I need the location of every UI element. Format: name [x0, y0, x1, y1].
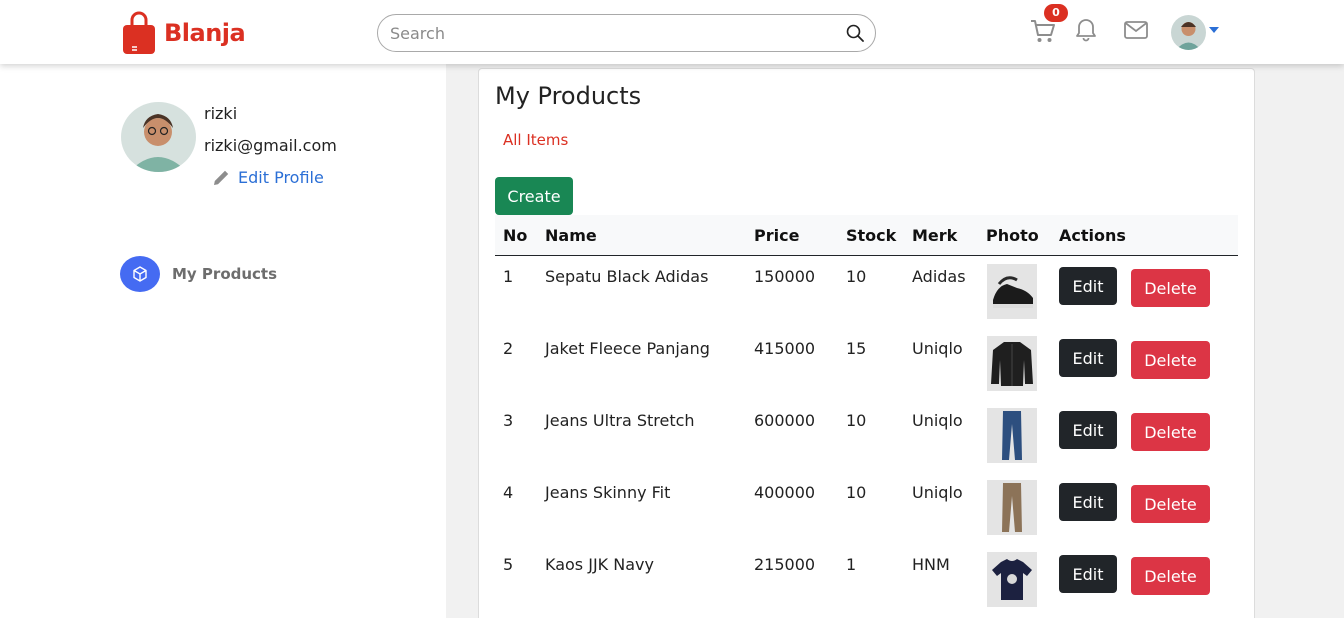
top-navbar: Blanja 0	[0, 0, 1344, 64]
cell-stock: 1	[846, 555, 857, 574]
page-title: My Products	[495, 82, 642, 110]
tab-all-items[interactable]: All Items	[503, 131, 568, 149]
table-row: 2 Jaket Fleece Panjang 415000 15 Uniqlo …	[495, 328, 1238, 400]
cell-merk: Uniqlo	[912, 411, 963, 430]
column-header-price: Price	[754, 226, 800, 245]
delete-button[interactable]: Delete	[1131, 485, 1210, 523]
box-icon	[120, 256, 160, 292]
edit-profile-link[interactable]: Edit Profile	[212, 168, 324, 187]
search-input[interactable]	[390, 23, 820, 43]
search-icon[interactable]	[846, 24, 864, 42]
table-header: No Name Price Stock Merk Photo Actions	[495, 215, 1238, 256]
avatar[interactable]	[1171, 15, 1206, 50]
shopping-bag-icon	[123, 11, 155, 54]
brand-name: Blanja	[164, 19, 246, 47]
column-header-actions: Actions	[1059, 226, 1126, 245]
cell-price: 400000	[754, 483, 816, 502]
cell-stock: 10	[846, 267, 867, 286]
cell-stock: 15	[846, 339, 867, 358]
cell-no: 4	[503, 483, 514, 502]
brand-logo[interactable]: Blanja	[122, 11, 246, 55]
cell-name: Jaket Fleece Panjang	[545, 339, 710, 358]
cell-no: 5	[503, 555, 514, 574]
cell-price: 150000	[754, 267, 816, 286]
edit-profile-label: Edit Profile	[238, 168, 324, 187]
cell-no: 3	[503, 411, 514, 430]
cell-merk: Adidas	[912, 267, 966, 286]
cell-name: Sepatu Black Adidas	[545, 267, 709, 286]
edit-button[interactable]: Edit	[1059, 267, 1117, 305]
delete-button[interactable]: Delete	[1131, 269, 1210, 307]
sidebar-item-label: My Products	[172, 265, 278, 283]
table-row: 4 Jeans Skinny Fit 400000 10 Uniqlo Edit…	[495, 472, 1238, 544]
cell-stock: 10	[846, 483, 867, 502]
cell-stock: 10	[846, 411, 867, 430]
cell-price: 600000	[754, 411, 816, 430]
profile-avatar	[121, 102, 196, 172]
cell-name: Kaos JJK Navy	[545, 555, 654, 574]
mail-icon[interactable]	[1124, 21, 1148, 39]
edit-button[interactable]: Edit	[1059, 483, 1117, 521]
edit-button[interactable]: Edit	[1059, 555, 1117, 593]
cell-name: Jeans Skinny Fit	[545, 483, 671, 502]
cell-price: 415000	[754, 339, 816, 358]
column-header-no: No	[503, 226, 528, 245]
sidebar-item-my-products[interactable]: My Products	[120, 256, 277, 292]
edit-button[interactable]: Edit	[1059, 339, 1117, 377]
column-header-photo: Photo	[986, 226, 1039, 245]
column-header-merk: Merk	[912, 226, 958, 245]
table-row: 1 Sepatu Black Adidas 150000 10 Adidas E…	[495, 256, 1238, 328]
table-row: 5 Kaos JJK Navy 215000 1 HNM Edit Delete	[495, 544, 1238, 616]
cell-name: Jeans Ultra Stretch	[545, 411, 695, 430]
pants-photo	[987, 480, 1037, 535]
cell-merk: Uniqlo	[912, 339, 963, 358]
pencil-icon	[214, 170, 229, 185]
table-row: 3 Jeans Ultra Stretch 600000 10 Uniqlo E…	[495, 400, 1238, 472]
delete-button[interactable]: Delete	[1131, 341, 1210, 379]
search-bar	[377, 14, 876, 52]
cell-price: 215000	[754, 555, 816, 574]
jeans-photo	[987, 408, 1037, 463]
delete-button[interactable]: Delete	[1131, 413, 1210, 451]
cell-no: 2	[503, 339, 514, 358]
cart-count-badge: 0	[1044, 4, 1068, 22]
cell-no: 1	[503, 267, 514, 286]
tshirt-photo	[987, 552, 1037, 607]
delete-button[interactable]: Delete	[1131, 557, 1210, 595]
bell-icon[interactable]	[1075, 18, 1097, 42]
column-header-name: Name	[545, 226, 597, 245]
caret-down-icon[interactable]	[1209, 27, 1219, 33]
column-header-stock: Stock	[846, 226, 897, 245]
edit-button[interactable]: Edit	[1059, 411, 1117, 449]
create-button[interactable]: Create	[495, 177, 573, 215]
cell-merk: HNM	[912, 555, 950, 574]
profile-email: rizki@gmail.com	[204, 136, 337, 155]
jacket-photo	[987, 336, 1037, 391]
profile-name: rizki	[204, 104, 238, 123]
cell-merk: Uniqlo	[912, 483, 963, 502]
shoe-photo	[987, 264, 1037, 319]
